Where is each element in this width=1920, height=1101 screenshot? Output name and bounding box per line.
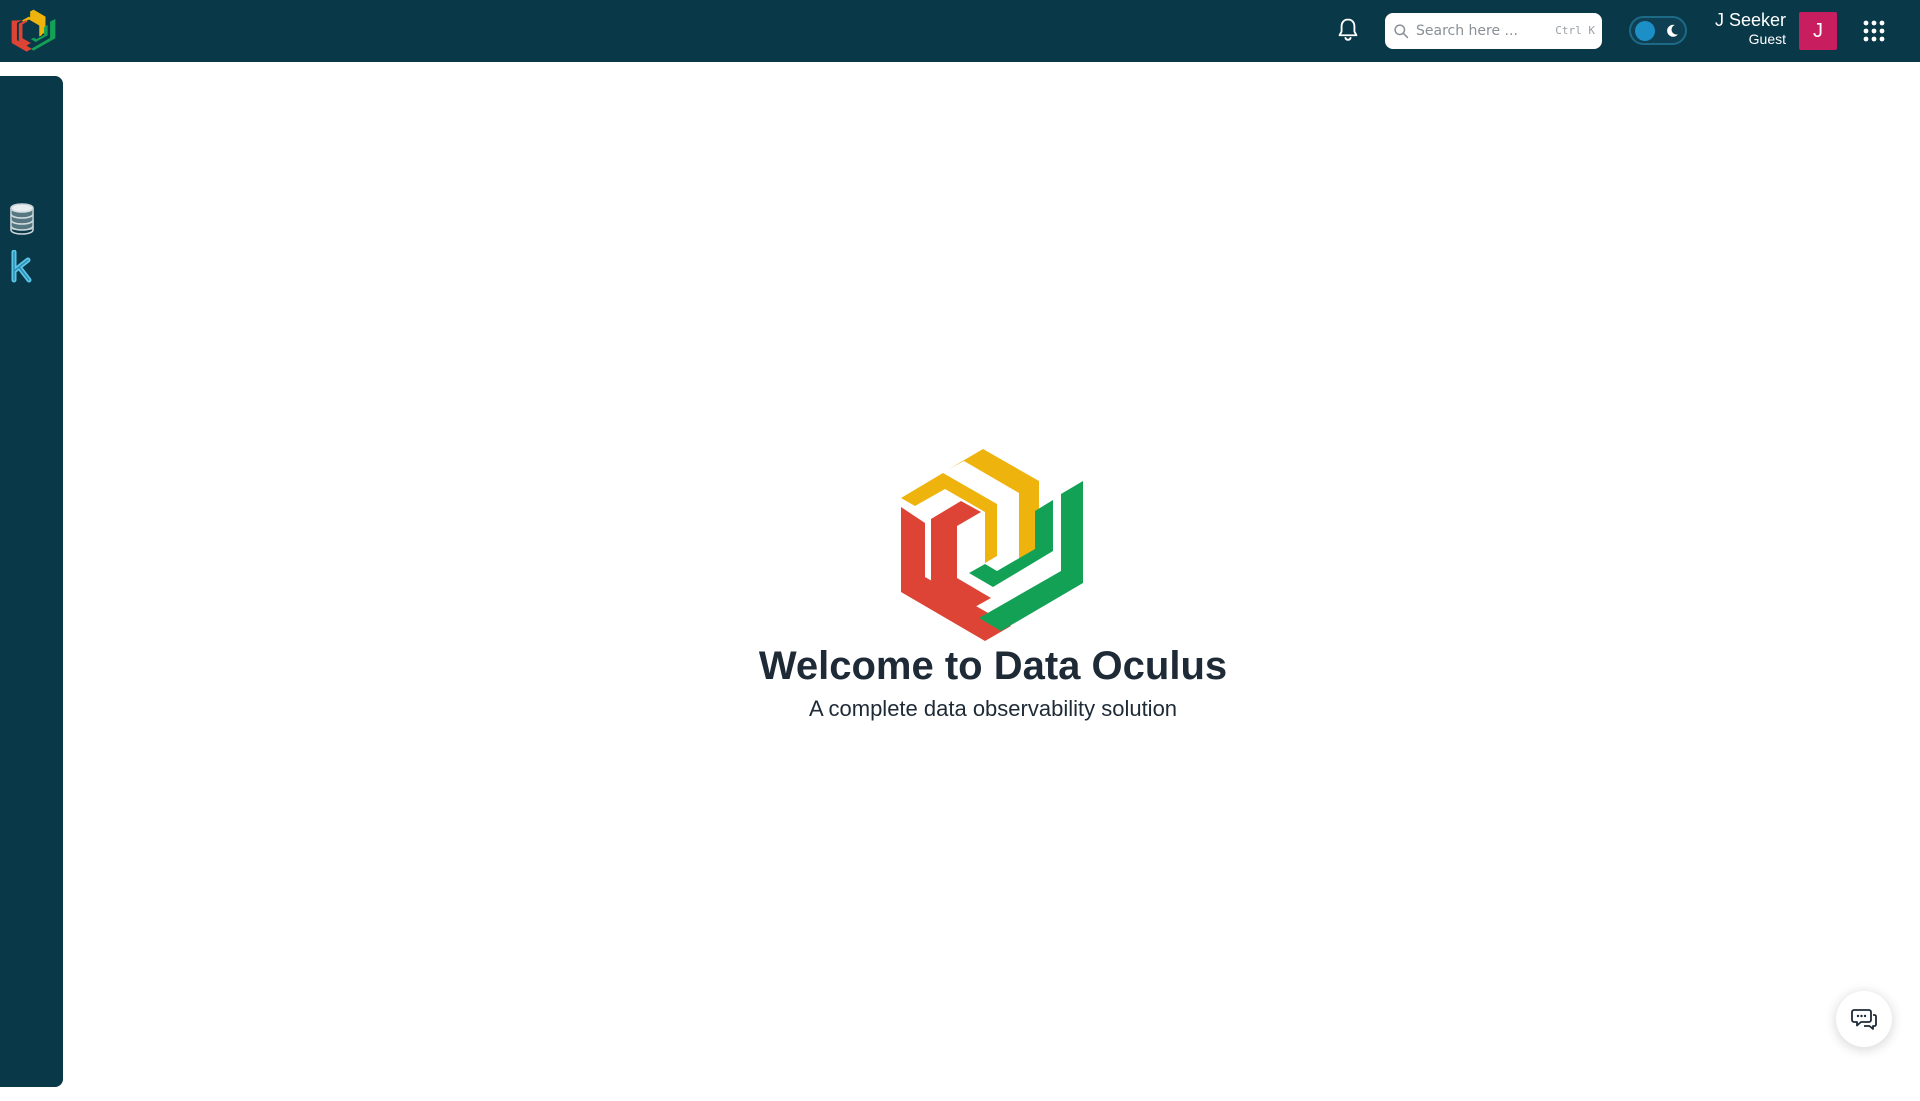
toggle-knob — [1635, 21, 1655, 41]
theme-toggle[interactable] — [1629, 16, 1687, 45]
user-name: J Seeker — [1714, 10, 1786, 30]
chat-button[interactable] — [1836, 991, 1892, 1047]
search-icon — [1394, 24, 1409, 39]
page-subtitle: A complete data observability solution — [808, 696, 1178, 721]
user-role: Guest — [1748, 31, 1786, 47]
moon-icon — [1667, 24, 1678, 37]
sidebar — [0, 76, 63, 1087]
search-shortcut-hint: Ctrl K — [1555, 24, 1595, 37]
page-title: Welcome to Data Oculus — [758, 644, 1228, 688]
grid-icon[interactable] — [1863, 20, 1885, 42]
k-icon[interactable] — [8, 250, 36, 284]
data-oculus-logo-icon[interactable] — [11, 7, 56, 55]
avatar[interactable]: J — [1799, 12, 1837, 50]
database-icon[interactable] — [8, 202, 36, 236]
chat-icon — [1851, 1009, 1877, 1030]
data-oculus-logo-icon — [901, 449, 1083, 641]
top-bar: Ctrl K J Seeker Guest J — [0, 0, 1920, 62]
search-box[interactable]: Ctrl K — [1385, 13, 1602, 49]
bell-icon[interactable] — [1334, 16, 1362, 44]
search-input[interactable] — [1416, 20, 1556, 42]
